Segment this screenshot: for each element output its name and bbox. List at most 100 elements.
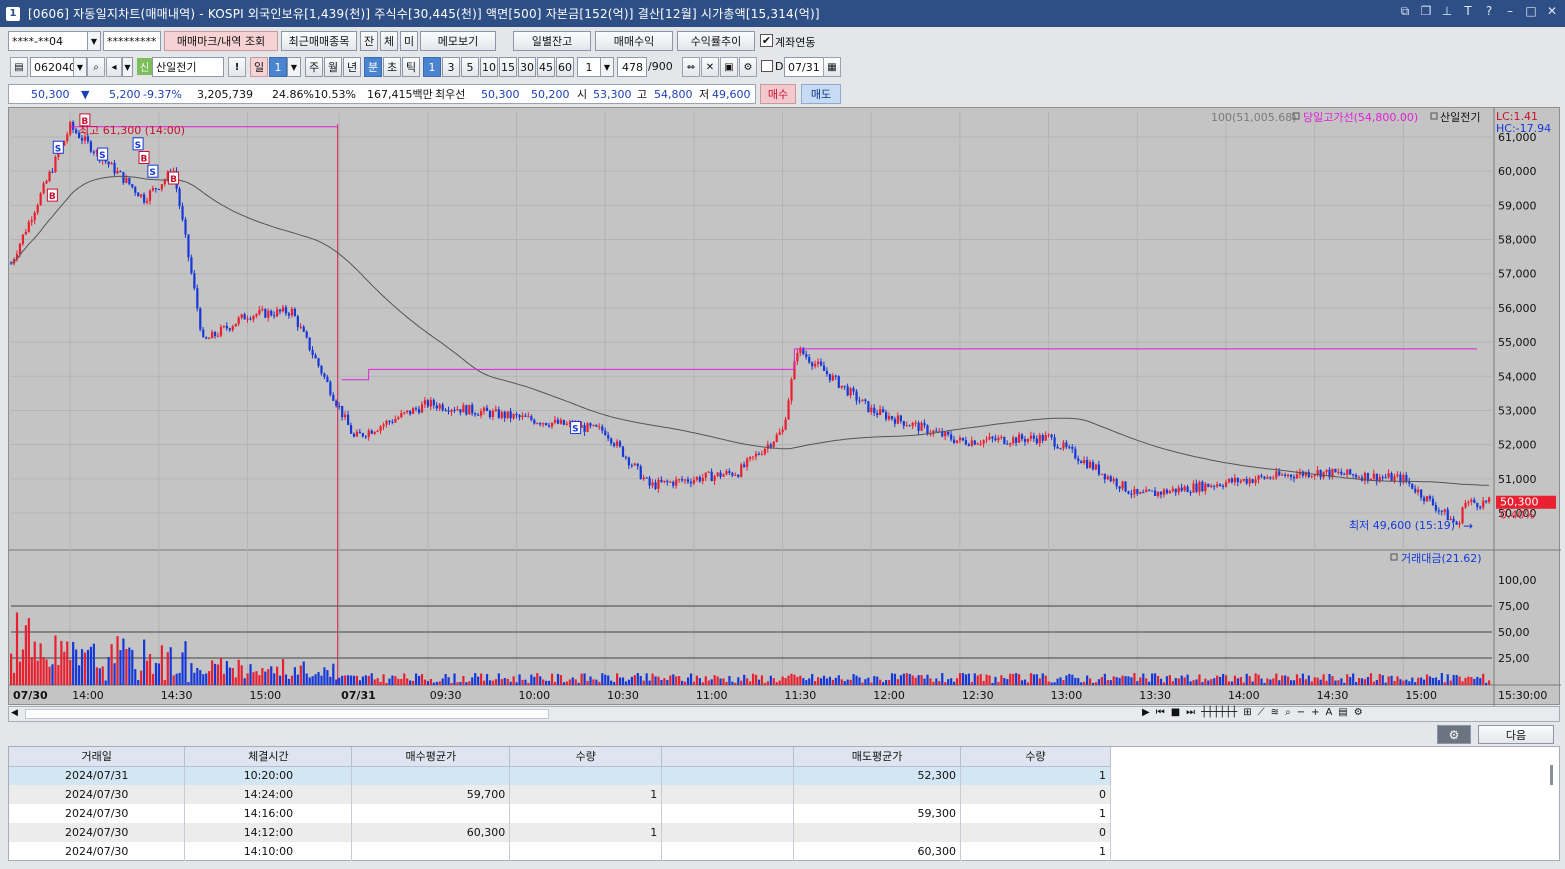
minus-icon[interactable]: − xyxy=(1297,707,1305,718)
return-trend-button[interactable]: 수익률추이 xyxy=(677,31,755,51)
save-icon[interactable]: ▣ xyxy=(720,57,738,77)
balance-button[interactable]: 잔 xyxy=(360,31,378,51)
crosshair-icon[interactable]: ✕ xyxy=(701,57,719,77)
period-minute-button[interactable]: 분 xyxy=(364,57,382,77)
stock-list-icon[interactable]: ▤ xyxy=(10,57,28,77)
col-sell-avg[interactable]: 매도평균가 xyxy=(793,747,962,767)
plus-icon[interactable]: + xyxy=(1311,707,1319,718)
alert-icon[interactable]: ! xyxy=(228,57,246,77)
unit-dropdown-icon[interactable]: ▼ xyxy=(600,57,614,77)
interval-45-button[interactable]: 45 xyxy=(537,57,555,77)
tool-settings-icon[interactable]: ⚙ xyxy=(1354,707,1363,718)
executed-button[interactable]: 체 xyxy=(380,31,398,51)
stock-code-input[interactable]: 062040 xyxy=(30,57,76,77)
pin-icon[interactable]: ⊥ xyxy=(1440,4,1454,19)
chart-scroll-bar[interactable]: ◀ ▶ ⏮ ■ ⏭ ┼┼┼┼┼┼ ⊞ ⟋ ≋ ⌕ − + A ▤ ⚙ xyxy=(8,706,1560,722)
period-dropdown-icon[interactable]: ▼ xyxy=(287,57,301,77)
interval-60-button[interactable]: 60 xyxy=(556,57,574,77)
zoom-in-bars-icon[interactable]: ⇔ xyxy=(682,57,700,77)
table-row[interactable]: 2024/07/30 14:10:00 60,300 1 xyxy=(9,842,1111,861)
interval-5-button[interactable]: 5 xyxy=(461,57,479,77)
recent-trade-button[interactable]: 최근매매종목 xyxy=(281,31,357,51)
candle-body xyxy=(858,400,861,402)
stop-icon[interactable]: ■ xyxy=(1171,707,1180,718)
interval-15-button[interactable]: 15 xyxy=(499,57,517,77)
period-num-button[interactable]: 1 xyxy=(269,57,287,77)
password-input[interactable]: ********* xyxy=(103,31,161,51)
link-icon[interactable]: ⧉ xyxy=(1398,4,1412,19)
grid-icon[interactable]: ⊞ xyxy=(1243,707,1251,718)
col-buy-qty[interactable]: 수량 xyxy=(509,747,663,767)
next-button[interactable]: 다음 xyxy=(1478,725,1554,744)
zoom-icon[interactable]: ⌕ xyxy=(1285,707,1291,718)
table-row[interactable]: 2024/07/30 14:16:00 59,300 1 xyxy=(9,804,1111,823)
interval-3-button[interactable]: 3 xyxy=(442,57,460,77)
stock-code-dropdown-icon[interactable]: ▼ xyxy=(73,57,87,77)
col-buy-avg[interactable]: 매수평균가 xyxy=(351,747,511,767)
volume-bar xyxy=(571,677,574,685)
candlestick-chart[interactable]: 61,000 60,000 59,000 58,000 57,000 56,000 55,0… xyxy=(8,107,1561,706)
interval-30-button[interactable]: 30 xyxy=(518,57,536,77)
search-icon[interactable]: ⌕ xyxy=(87,57,105,77)
calendar-icon[interactable]: ▦ xyxy=(823,57,841,77)
col-trade-date[interactable]: 거래일 xyxy=(9,747,186,767)
close-icon[interactable]: ✕ xyxy=(1545,4,1559,19)
volume-bar xyxy=(1298,678,1302,685)
speaker-dropdown-icon[interactable]: ▼ xyxy=(122,57,133,77)
line-tool-icon[interactable]: ⟋ xyxy=(1258,707,1265,718)
period-year-button[interactable]: 년 xyxy=(343,57,361,77)
col-sell-qty[interactable]: 수량 xyxy=(960,747,1111,767)
daily-balance-button[interactable]: 일별잔고 xyxy=(513,31,591,51)
date-input[interactable]: 07/31 xyxy=(784,57,824,77)
chart-canvas[interactable]: 61,00060,00059,00058,00057,00056,00055,0… xyxy=(9,108,1561,706)
period-week-button[interactable]: 주 xyxy=(305,57,323,77)
col-exec-time[interactable]: 체결시간 xyxy=(184,747,353,767)
rewind-icon[interactable]: ⏮ xyxy=(1156,707,1165,718)
minimize-icon[interactable]: – xyxy=(1503,4,1517,19)
table-row[interactable]: 2024/07/30 14:12:00 60,300 1 0 xyxy=(9,823,1111,842)
candle-body xyxy=(663,480,666,483)
unfilled-button[interactable]: 미 xyxy=(400,31,418,51)
period-second-button[interactable]: 초 xyxy=(383,57,401,77)
scroll-left-icon[interactable]: ◀ xyxy=(11,708,18,718)
volume-bar xyxy=(1227,681,1231,685)
candle-body xyxy=(1165,489,1169,494)
stock-name-field[interactable]: 산일전기 xyxy=(152,57,224,77)
ruler-icon[interactable]: ┼┼┼┼┼┼ xyxy=(1201,707,1237,718)
account-dropdown-icon[interactable]: ▼ xyxy=(87,31,101,51)
account-link-checkbox[interactable]: ✔ xyxy=(760,34,773,47)
help-icon[interactable]: ? xyxy=(1482,4,1496,19)
account-input[interactable]: ****-**04 xyxy=(8,31,88,51)
font-icon[interactable]: T xyxy=(1461,4,1475,19)
forward-icon[interactable]: ⏭ xyxy=(1186,707,1195,718)
col-blank[interactable] xyxy=(661,747,795,767)
scroll-thumb[interactable] xyxy=(25,709,549,719)
speaker-icon[interactable]: ◂ xyxy=(106,57,122,77)
candle-body xyxy=(305,331,308,338)
period-month-button[interactable]: 월 xyxy=(324,57,342,77)
settings-gear-icon[interactable]: ⚙ xyxy=(739,57,757,77)
period-day-button[interactable]: 일 xyxy=(250,57,268,77)
text-tool-icon[interactable]: A xyxy=(1325,707,1332,718)
scroll-right-icon[interactable]: ▶ xyxy=(1142,707,1150,718)
grid-scroll-thumb[interactable] xyxy=(1550,765,1553,785)
interval-1-button[interactable]: 1 xyxy=(423,57,441,77)
copy-window-icon[interactable]: ❐ xyxy=(1419,4,1433,19)
date-checkbox[interactable] xyxy=(761,60,773,72)
buy-button[interactable]: 매수 xyxy=(760,84,796,104)
fib-icon[interactable]: ≋ xyxy=(1271,707,1279,718)
period-tick-button[interactable]: 틱 xyxy=(402,57,420,77)
table-row[interactable]: 2024/07/30 14:24:00 59,700 1 0 xyxy=(9,785,1111,804)
bar-count-input[interactable]: 478 xyxy=(617,57,647,77)
sell-button[interactable]: 매도 xyxy=(801,84,841,104)
grid-settings-icon[interactable]: ⚙ xyxy=(1437,725,1471,744)
unit-input[interactable]: 1 xyxy=(577,57,601,77)
maximize-icon[interactable]: □ xyxy=(1524,4,1538,19)
table-row[interactable]: 2024/07/31 10:20:00 52,300 1 xyxy=(9,766,1111,785)
interval-10-button[interactable]: 10 xyxy=(480,57,498,77)
memo-button[interactable]: 메모보기 xyxy=(420,31,496,51)
mark-query-button[interactable]: 매매마크/내역 조회 xyxy=(164,31,278,51)
trade-profit-button[interactable]: 매매수익 xyxy=(595,31,673,51)
trade-mark-label: S xyxy=(149,168,155,178)
table-icon[interactable]: ▤ xyxy=(1338,707,1347,718)
